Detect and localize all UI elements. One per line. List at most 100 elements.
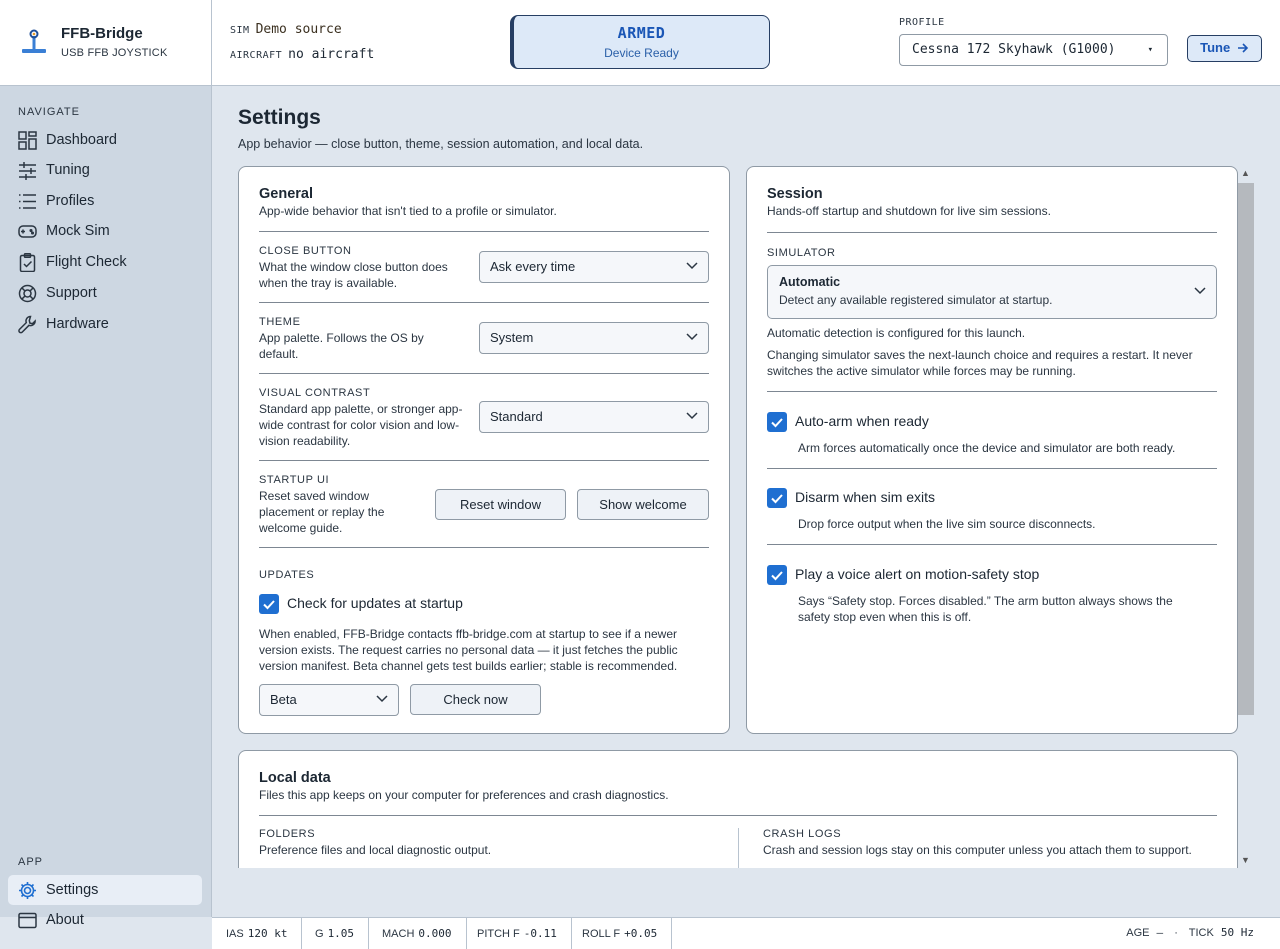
update-channel-value: Beta [270, 692, 297, 707]
disarm-on-exit-checkbox[interactable] [767, 488, 787, 508]
arm-status-sub: Device Ready [604, 46, 679, 60]
update-channel-select[interactable]: Beta [259, 684, 399, 716]
ias-value: 120 kt [247, 927, 288, 940]
list-icon [19, 194, 36, 209]
show-welcome-button[interactable]: Show welcome [577, 489, 709, 520]
sidebar-item-about[interactable]: About [8, 905, 202, 935]
session-subtitle: Hands-off startup and shutdown for live … [767, 204, 1051, 218]
close-button-select[interactable]: Ask every time [479, 251, 709, 283]
sidebar-item-label: Settings [46, 882, 99, 898]
startup-ui-desc: Reset saved window placement or replay t… [259, 489, 385, 535]
sidebar-item-settings[interactable]: Settings [8, 875, 202, 905]
close-button-value: Ask every time [490, 259, 576, 274]
voice-alert-checkbox[interactable] [767, 565, 787, 585]
chevron-down-icon [686, 412, 698, 420]
pitch-value: -0.11 [523, 927, 557, 940]
theme-value: System [490, 330, 534, 345]
local-data-card: Local data Files this app keeps on your … [238, 750, 1238, 868]
sidebar: NAVIGATE Dashboard Tuning Profiles Mock … [0, 86, 212, 929]
startup-ui-label: STARTUP UI [259, 474, 330, 486]
arm-status-button[interactable]: ARMED Device Ready [510, 15, 770, 69]
close-button-label: CLOSE BUTTON [259, 245, 352, 257]
auto-arm-desc: Arm forces automatically once the device… [798, 441, 1176, 455]
theme-label: THEME [259, 316, 301, 328]
visual-contrast-label: VISUAL CONTRAST [259, 387, 371, 399]
status-bar: IAS 120 kt G 1.05 MACH 0.000 PITCH F -0.11 R… [212, 917, 1280, 949]
visual-contrast-desc: Standard app palette, or stronger app-wi… [259, 402, 463, 448]
checkmark-icon [263, 600, 275, 610]
sidebar-item-label: Tuning [46, 162, 90, 178]
g-readout: G 1.05 [301, 918, 370, 949]
sidebar-item-label: About [46, 912, 84, 928]
mach-readout: MACH 0.000 [368, 918, 467, 949]
check-updates-checkbox[interactable] [259, 594, 279, 614]
auto-arm-checkbox[interactable] [767, 412, 787, 432]
simulator-restart-note: Changing simulator saves the next-launch… [767, 348, 1193, 378]
checkmark-icon [771, 494, 783, 504]
dashboard-icon [18, 131, 37, 150]
app-subtitle: USB FFB JOYSTICK [61, 47, 168, 59]
general-title: General [259, 186, 313, 202]
ias-label: IAS [226, 928, 244, 940]
sidebar-item-label: Dashboard [46, 132, 117, 148]
reset-window-button[interactable]: Reset window [435, 489, 566, 520]
mach-value: 0.000 [418, 927, 452, 940]
voice-alert-desc: Says “Safety stop. Forces disabled.” The… [798, 594, 1173, 624]
page-subtitle: App behavior — close button, theme, sess… [238, 137, 644, 151]
wrench-icon [18, 315, 36, 334]
updates-desc: When enabled, FFB-Bridge contacts ffb-br… [259, 627, 678, 673]
sim-value: Demo source [255, 22, 342, 37]
theme-select[interactable]: System [479, 322, 709, 354]
scroll-up-icon[interactable]: ▲ [1241, 168, 1250, 178]
scrollbar-thumb[interactable] [1238, 183, 1254, 715]
app-name: FFB-Bridge [61, 25, 143, 42]
arrow-right-icon [1237, 43, 1248, 53]
disarm-on-exit-desc: Drop force output when the live sim sour… [798, 517, 1096, 531]
sidebar-item-support[interactable]: Support [8, 278, 202, 308]
sidebar-item-hardware[interactable]: Hardware [8, 309, 202, 339]
sidebar-item-mock-sim[interactable]: Mock Sim [8, 216, 202, 246]
ias-readout: IAS 120 kt [212, 918, 303, 949]
sidebar-item-label: Mock Sim [46, 223, 110, 239]
visual-contrast-select[interactable]: Standard [479, 401, 709, 433]
sim-source: SIM Demo source [230, 21, 342, 37]
simulator-label: SIMULATOR [767, 247, 836, 259]
tune-button[interactable]: Tune [1187, 35, 1262, 62]
scroll-down-icon[interactable]: ▼ [1241, 855, 1250, 865]
g-label: G [315, 928, 324, 940]
divider [767, 468, 1217, 469]
roll-label: ROLL F [582, 928, 621, 940]
brand-block: FFB-Bridge USB FFB JOYSTICK [0, 0, 212, 86]
divider [259, 815, 1217, 816]
caret-down-icon: ▾ [1147, 45, 1153, 55]
joystick-logo-icon [22, 29, 46, 53]
simulator-select[interactable]: Automatic Detect any available registere… [767, 265, 1217, 319]
check-now-button[interactable]: Check now [410, 684, 541, 715]
pitch-readout: PITCH F -0.11 [463, 918, 572, 949]
updates-label: UPDATES [259, 569, 315, 581]
chevron-down-icon [686, 333, 698, 341]
sidebar-item-tuning[interactable]: Tuning [8, 155, 202, 185]
local-data-clip: Local data Files this app keeps on your … [238, 750, 1238, 868]
sidebar-item-dashboard[interactable]: Dashboard [8, 125, 202, 155]
local-data-subtitle: Files this app keeps on your computer fo… [259, 788, 669, 802]
sidebar-item-flight-check[interactable]: Flight Check [8, 247, 202, 277]
profile-select[interactable]: Cessna 172 Skyhawk (G1000) ▾ [899, 34, 1168, 66]
divider [259, 302, 709, 303]
top-bar: SIM Demo source AIRCRAFT no aircraft ARMED… [212, 0, 1280, 86]
window-icon [18, 912, 37, 929]
session-card: Session Hands-off startup and shutdown f… [746, 166, 1238, 734]
general-card: General App-wide behavior that isn't tie… [238, 166, 730, 734]
aircraft-value: no aircraft [288, 47, 375, 62]
aircraft-info: AIRCRAFT no aircraft [230, 46, 374, 62]
sidebar-item-label: Profiles [46, 193, 95, 209]
profile-label: PROFILE [899, 17, 945, 28]
theme-desc: App palette. Follows the OS by default. [259, 331, 424, 361]
sidebar-item-profiles[interactable]: Profiles [8, 186, 202, 216]
session-title: Session [767, 186, 823, 202]
lifebuoy-icon [18, 284, 37, 303]
check-updates-label: Check for updates at startup [287, 595, 463, 611]
tune-label: Tune [1200, 40, 1231, 55]
divider [767, 232, 1217, 233]
divider [767, 544, 1217, 545]
